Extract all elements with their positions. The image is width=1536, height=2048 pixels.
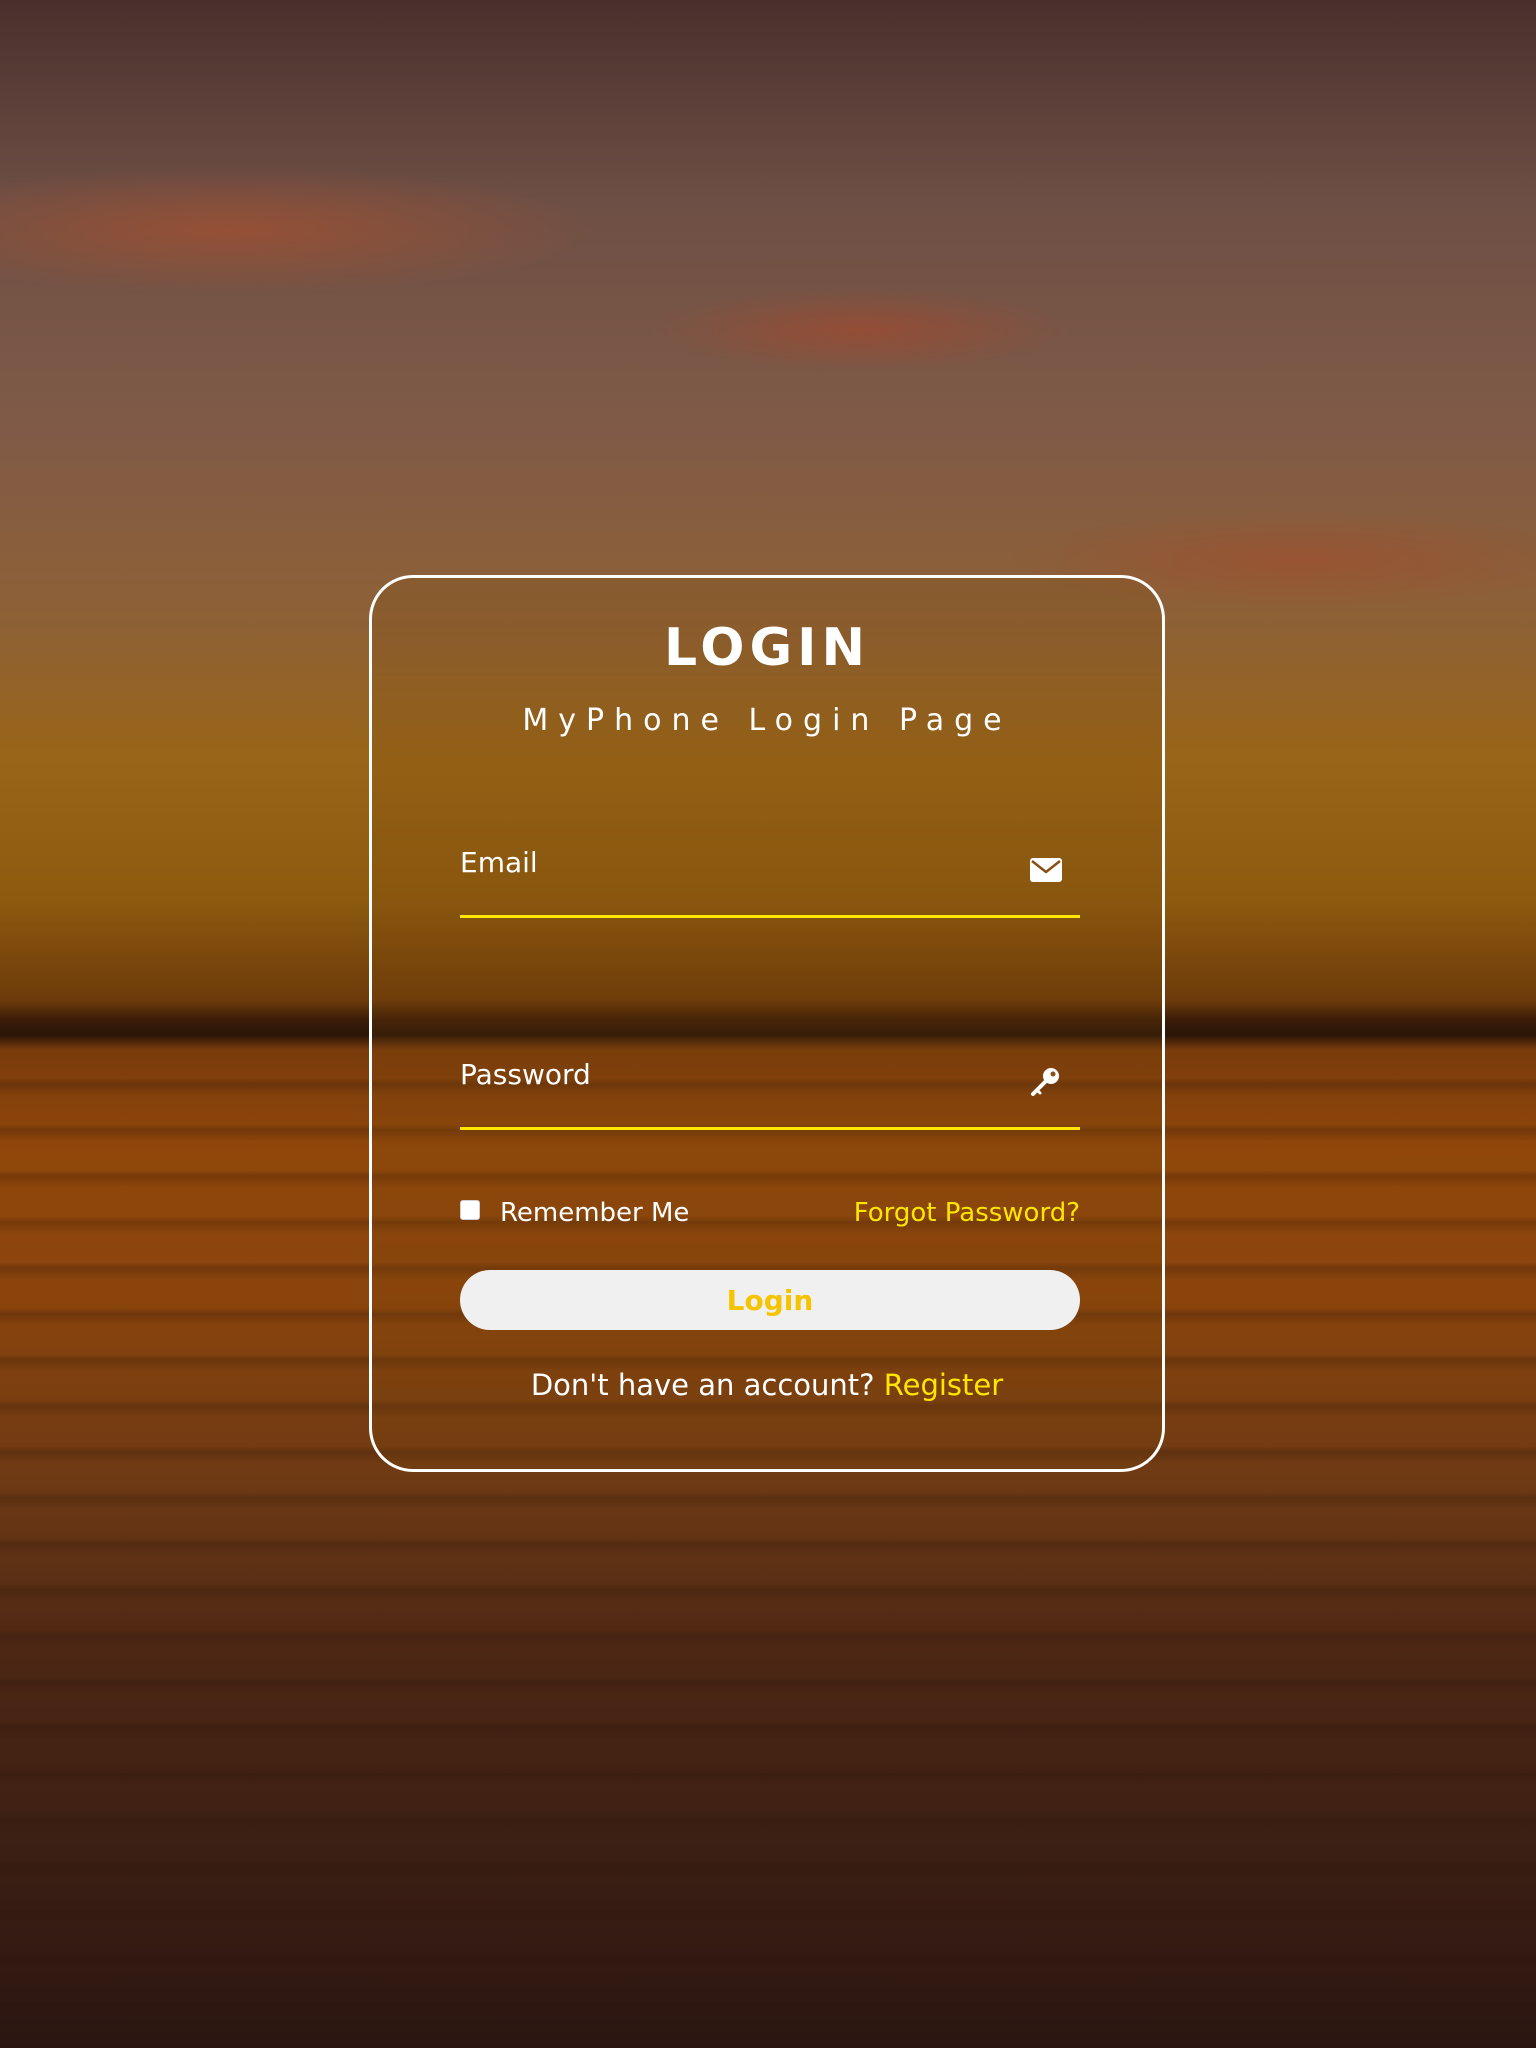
- password-input[interactable]: [460, 1040, 1024, 1122]
- register-link[interactable]: Register: [884, 1368, 1003, 1402]
- options-row: Remember Me Forgot Password?: [460, 1198, 1080, 1238]
- email-input[interactable]: [460, 828, 1024, 910]
- forgot-password-link[interactable]: Forgot Password?: [854, 1198, 1080, 1228]
- remember-me-checkbox[interactable]: [460, 1200, 480, 1220]
- password-field[interactable]: Password: [460, 1010, 1080, 1130]
- register-row: Don't have an account? Register: [372, 1368, 1162, 1402]
- login-card: LOGIN MyPhone Login Page Email Password …: [369, 575, 1165, 1472]
- login-title: LOGIN: [663, 618, 871, 678]
- email-field[interactable]: Email: [460, 798, 1080, 918]
- key-icon: [1031, 1068, 1059, 1096]
- envelope-icon: [1030, 858, 1062, 882]
- remember-me-label[interactable]: Remember Me: [500, 1198, 689, 1228]
- password-underline: [460, 1127, 1080, 1130]
- register-prompt: Don't have an account?: [530, 1368, 875, 1402]
- login-button[interactable]: Login: [460, 1270, 1080, 1330]
- email-underline: [460, 915, 1080, 918]
- login-subtitle: MyPhone Login Page: [522, 703, 1012, 738]
